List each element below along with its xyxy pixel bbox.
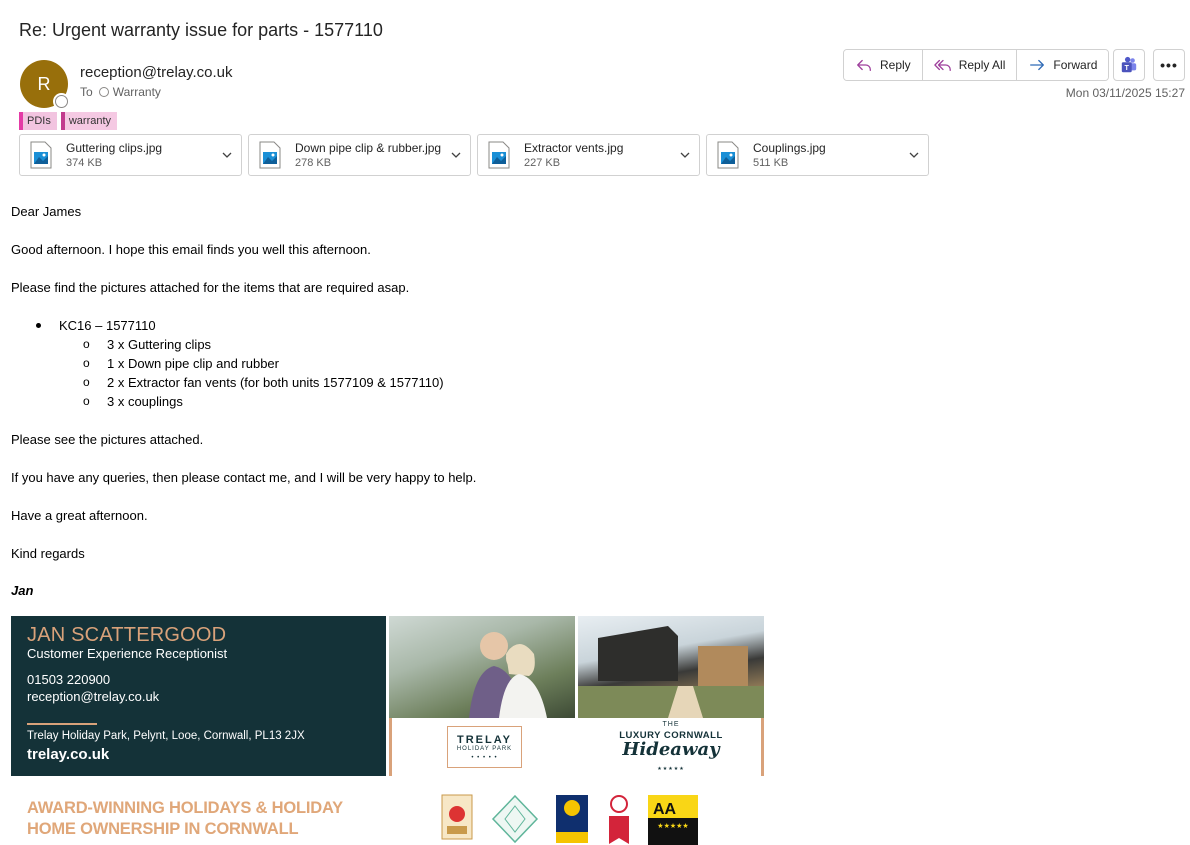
- email-subject: Re: Urgent warranty issue for parts - 15…: [19, 20, 383, 40]
- trelay-logo-panel: TRELAY HOLIDAY PARK • • • • •: [389, 718, 575, 776]
- teams-button[interactable]: T: [1113, 49, 1145, 81]
- bullet-icon: [36, 323, 41, 328]
- tag-warranty[interactable]: warranty: [60, 112, 118, 130]
- chevron-down-icon[interactable]: [679, 149, 691, 161]
- list-item: o1 x Down pipe clip and rubber: [83, 356, 279, 371]
- attachment-size: 374 KB: [66, 157, 103, 169]
- recipient-presence-icon: [98, 87, 109, 97]
- sub-bullet-icon: o: [83, 394, 90, 408]
- award-tagline: AWARD-WINNING HOLIDAYS & HOLIDAY HOME OW…: [27, 799, 343, 838]
- signature-banner: JAN SCATTERGOOD Customer Experience Rece…: [11, 616, 768, 776]
- lodge-photo: [578, 616, 764, 718]
- attachment-list: Guttering clips.jpg 374 KB Down pipe clip…: [19, 134, 929, 176]
- image-file-icon: [30, 141, 52, 169]
- stars-icon: ★★★★★: [657, 766, 685, 772]
- recipient-line: To Warranty: [80, 85, 161, 99]
- visitengland-gold-badge-icon: [441, 794, 473, 840]
- attachment-name: Guttering clips.jpg: [66, 141, 163, 155]
- list-item: o3 x Guttering clips: [83, 337, 212, 352]
- chevron-down-icon[interactable]: [450, 149, 462, 161]
- image-file-icon: [259, 141, 281, 169]
- sub-bullet-icon: o: [83, 337, 90, 351]
- tag-pdis[interactable]: PDIs: [19, 112, 57, 130]
- signature-contact-panel: JAN SCATTERGOOD Customer Experience Rece…: [11, 616, 386, 776]
- attachment-name: Down pipe clip & rubber.jpg: [295, 141, 442, 155]
- reply-all-icon: [933, 59, 951, 72]
- svg-text:AA: AA: [653, 801, 677, 818]
- aa-holiday-park-badge-icon: AA ★★★★★: [648, 795, 698, 845]
- cornwall-tourism-award-badge-icon: [556, 795, 588, 843]
- email-body: Dear James Good afternoon. I hope this e…: [11, 202, 476, 600]
- sender-address[interactable]: reception@trelay.co.uk: [80, 64, 233, 81]
- attachment-item[interactable]: Down pipe clip & rubber.jpg 278 KB: [248, 134, 471, 176]
- attachment-name: Couplings.jpg: [753, 141, 826, 155]
- trelay-logo: TRELAY HOLIDAY PARK • • • • •: [447, 726, 522, 768]
- image-file-icon: [717, 141, 739, 169]
- svg-text:★★★★★: ★★★★★: [657, 822, 688, 830]
- closing: Kind regards: [11, 546, 85, 561]
- signature-phone: 01503 220900: [27, 672, 111, 687]
- stars-icon: • • • • •: [471, 754, 498, 761]
- attachment-size: 227 KB: [524, 157, 561, 169]
- hideaway-logo-panel: THE LUXURY CORNWALL Hideaway ★★★★★: [578, 718, 764, 776]
- couple-photo: [389, 616, 575, 718]
- more-options-button[interactable]: •••: [1153, 49, 1185, 81]
- list-item: o3 x couplings: [83, 394, 183, 409]
- body-paragraph: Good afternoon. I hope this email finds …: [11, 242, 371, 257]
- svg-text:T: T: [1125, 63, 1130, 72]
- presence-indicator: [55, 95, 68, 108]
- body-paragraph: Please see the pictures attached.: [11, 432, 204, 447]
- reply-icon: [857, 59, 871, 72]
- recipient-name[interactable]: Warranty: [113, 85, 161, 99]
- attachment-size: 511 KB: [753, 157, 789, 169]
- message-actions: Reply Reply All Forward: [843, 49, 1110, 81]
- signature-job-title: Customer Experience Receptionist: [27, 646, 228, 661]
- greeting: Dear James: [11, 204, 82, 219]
- reply-button[interactable]: Reply: [844, 50, 923, 80]
- chevron-down-icon[interactable]: [221, 149, 233, 161]
- category-tags: PDIs warranty: [19, 112, 118, 130]
- attachment-size: 278 KB: [295, 157, 332, 169]
- signature-website: trelay.co.uk: [27, 746, 110, 763]
- signature-full-name: JAN SCATTERGOOD: [27, 624, 227, 646]
- reply-all-button[interactable]: Reply All: [922, 50, 1018, 80]
- body-paragraph: Have a great afternoon.: [11, 508, 148, 523]
- body-paragraph: If you have any queries, then please con…: [11, 470, 477, 485]
- attachment-item[interactable]: Extractor vents.jpg 227 KB: [477, 134, 700, 176]
- attachment-name: Extractor vents.jpg: [524, 141, 624, 155]
- diamond-award-badge-icon: [491, 794, 539, 844]
- award-badges: AA ★★★★★: [441, 794, 699, 845]
- forward-icon: [1030, 59, 1045, 71]
- image-file-icon: [488, 141, 510, 169]
- list-item: KC16 – 1577110: [11, 316, 476, 335]
- ellipsis-icon: •••: [1160, 57, 1178, 73]
- attachment-item[interactable]: Guttering clips.jpg 374 KB: [19, 134, 242, 176]
- received-timestamp: Mon 03/11/2025 15:27: [1065, 86, 1185, 100]
- forward-button[interactable]: Forward: [1017, 50, 1109, 80]
- signature-address: Trelay Holiday Park, Pelynt, Looe, Cornw…: [27, 730, 305, 742]
- rose-award-badge-icon: [609, 795, 629, 844]
- teams-icon: T: [1121, 56, 1137, 73]
- signature-email: reception@trelay.co.uk: [27, 689, 160, 704]
- list-item: o2 x Extractor fan vents (for both units…: [83, 375, 444, 390]
- divider: [27, 723, 97, 725]
- sub-bullet-icon: o: [83, 356, 90, 370]
- signature-name: Jan: [11, 583, 34, 598]
- body-paragraph: Please find the pictures attached for th…: [11, 280, 410, 295]
- attachment-item[interactable]: Couplings.jpg 511 KB: [706, 134, 929, 176]
- chevron-down-icon[interactable]: [908, 149, 920, 161]
- sub-bullet-icon: o: [83, 375, 90, 389]
- to-label: To: [80, 85, 93, 99]
